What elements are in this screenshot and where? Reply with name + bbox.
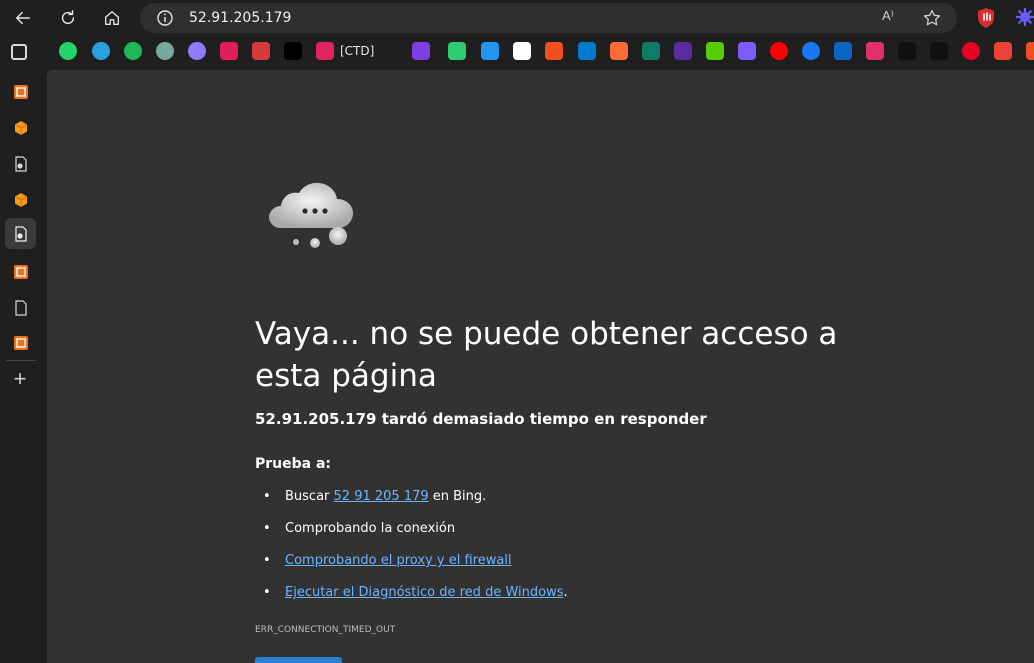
whatsapp-icon[interactable] [59,42,77,60]
sidebar-item-aws-2[interactable] [5,256,36,287]
green-app-icon[interactable] [448,42,466,60]
home-button[interactable] [98,4,126,32]
gmail-icon[interactable] [994,42,1012,60]
vscode-icon[interactable] [578,42,596,60]
r-app-icon[interactable] [674,42,692,60]
proxy-firewall-link[interactable]: Comprobando el proxy y el firewall [285,553,512,568]
extension-shield-icon[interactable] [976,7,996,29]
error-subtitle: 52.91.205.179 tardó demasiado tiempo en … [255,410,707,428]
read-aloud-icon[interactable]: A⁾ [882,8,902,28]
sidebar-item-page-active[interactable] [5,218,36,249]
address-bar[interactable]: 52.91.205.179 A⁾ [140,3,957,33]
browser-toolbar: 52.91.205.179 A⁾ [0,0,1034,36]
sidebar-divider [6,360,36,361]
spotify-icon[interactable] [124,42,142,60]
check-connection-text: Comprobando la conexión [285,521,456,536]
aws-orange-icon [13,335,28,350]
network-diagnostics-link[interactable]: Ejecutar el Diagnóstico de red de Window… [285,585,563,600]
favorite-ctd[interactable]: [CTD] [340,44,374,58]
suggestions-list: Buscar 52 91 205 179 en Bing. Comproband… [255,486,568,614]
blue-square-icon[interactable] [481,42,499,60]
error-host: 52.91.205.179 [255,410,377,428]
sidebar-item-aws-3[interactable] [5,327,36,358]
reload-button[interactable] [54,4,82,32]
error-code: ERR_CONNECTION_TIMED_OUT [255,625,396,635]
sidebar-item-page-1[interactable] [5,148,36,179]
x-icon[interactable] [930,42,948,60]
vertical-sidebar: + [0,70,47,663]
list-item: Comprobando la conexión [255,518,568,550]
sidebar-item-document[interactable] [5,292,36,323]
linkedin-icon[interactable] [834,42,852,60]
search-prefix: Buscar [285,489,334,504]
search-bing-link[interactable]: 52 91 205 179 [334,489,429,504]
error-title: Vaya... no se puede obtener acceso a est… [255,316,838,394]
telegram-icon[interactable] [92,42,110,60]
back-button[interactable] [9,4,37,32]
list-item: Ejecutar el Diagnóstico de red de Window… [255,582,568,614]
microsoft-icon[interactable] [1026,42,1034,60]
error-page: Vaya... no se puede obtener acceso a est… [47,70,1034,663]
info-icon[interactable] [156,9,174,27]
purple-app-icon[interactable] [412,42,430,60]
extension-gear-icon[interactable] [1014,6,1034,28]
star-icon[interactable] [922,8,942,28]
aws-orange-icon [13,84,28,99]
home-icon [105,11,119,25]
teal-app-icon[interactable] [642,42,660,60]
youtube-icon[interactable] [770,42,788,60]
sidebar-item-aws-1[interactable] [5,76,36,107]
url-text[interactable]: 52.91.205.179 [189,10,291,26]
cube-icon [14,120,27,135]
facebook-icon[interactable] [802,42,820,60]
refresh-button[interactable] [255,657,342,663]
counter-icon[interactable] [252,42,270,60]
pinterest-icon[interactable] [962,42,980,60]
cloud-icon [269,182,353,248]
instagram-icon[interactable] [866,42,884,60]
sidebar-item-cube-1[interactable] [5,112,36,143]
arrow-left-icon [15,11,31,25]
s-app-icon[interactable] [738,42,756,60]
page-lock-icon [14,225,27,242]
list-item: Comprobando el proxy y el firewall [255,550,568,582]
slack-icon[interactable] [220,42,238,60]
cube-icon [14,192,27,207]
refresh-icon [61,10,75,25]
error-subtitle-text: tardó demasiado tiempo en responder [376,410,707,428]
github-icon[interactable] [513,42,531,60]
duolingo-icon[interactable] [706,42,724,60]
tiktok-icon[interactable] [898,42,916,60]
list-item: Buscar 52 91 205 179 en Bing. [255,486,568,518]
chatgpt-icon[interactable] [156,42,174,60]
heart-app-icon[interactable] [316,42,334,60]
figma-icon[interactable] [545,42,563,60]
suggestions-heading: Prueba a: [255,456,332,472]
sidebar-item-cube-2[interactable] [5,184,36,215]
tab-actions-icon[interactable] [11,44,27,60]
aws-orange-icon [13,264,28,279]
page-lock-icon [14,155,27,172]
gemini-icon[interactable] [188,42,206,60]
diagnostics-suffix: . [563,585,568,600]
dark-app-icon[interactable] [284,42,302,60]
add-icon[interactable]: + [11,368,29,390]
orange-app-icon[interactable] [610,42,628,60]
search-suffix: en Bing. [428,489,487,504]
document-icon [14,299,27,316]
